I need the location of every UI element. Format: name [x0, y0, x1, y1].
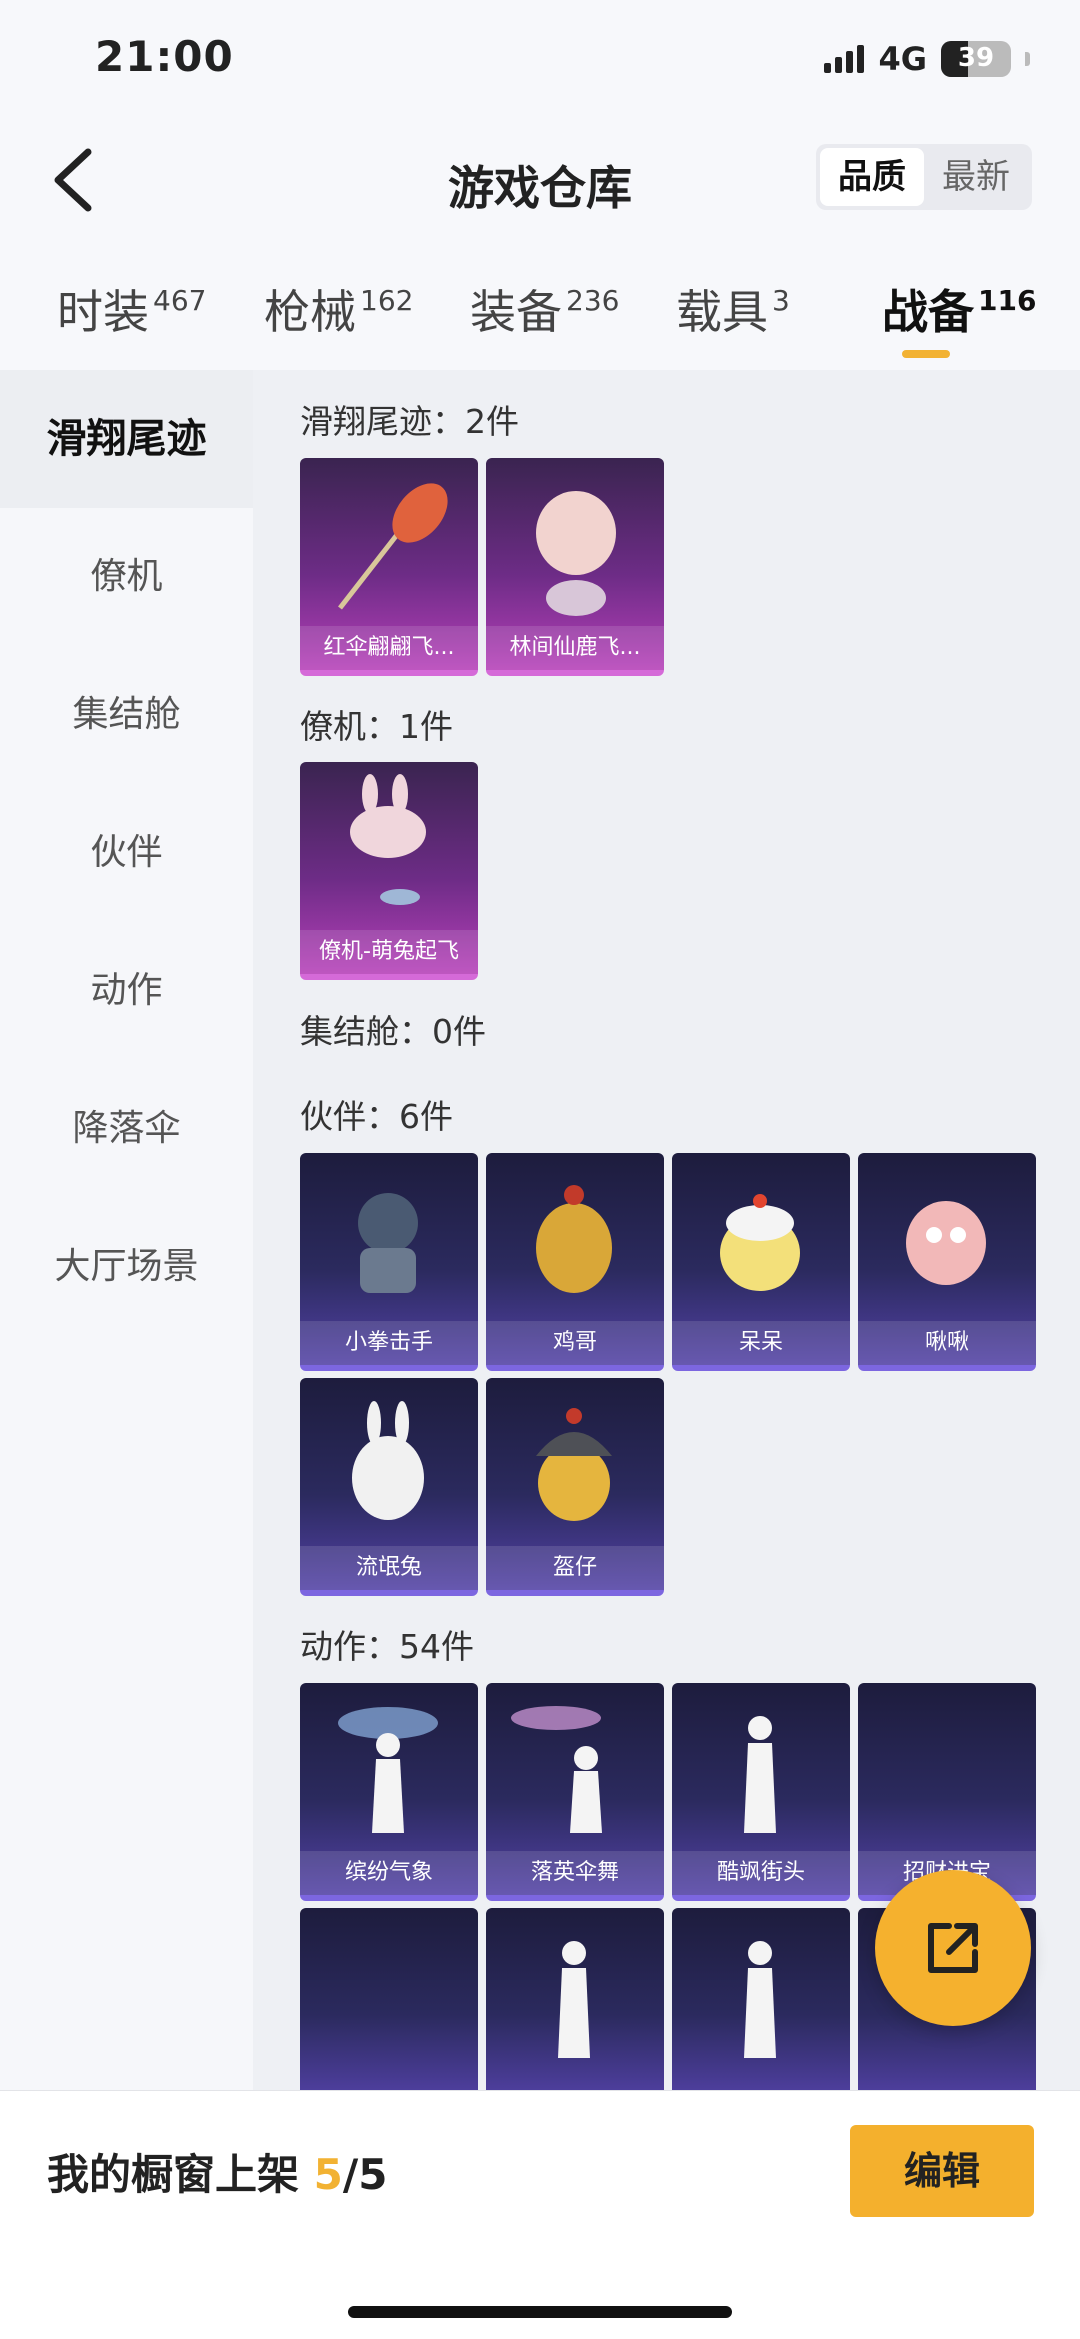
section-title-wingman: 僚机：1件 [300, 707, 453, 746]
item-label: 啾啾 [858, 1321, 1036, 1365]
sidebar-item-lobby-scene[interactable]: 大厅场景 [0, 1198, 253, 1336]
sidebar-item-glide-trail[interactable]: 滑翔尾迹 [0, 370, 253, 508]
section-title-pod: 集结舱：0件 [300, 1012, 486, 1051]
item-card[interactable]: 小拳击手 [300, 1153, 478, 1371]
sort-quality-button[interactable]: 品质 [820, 148, 924, 206]
item-card[interactable] [486, 1908, 664, 2090]
street-dancer-icon [744, 1716, 776, 1833]
battery-icon: 39 [941, 41, 1011, 77]
sidebar: 滑翔尾迹 僚机 集结舱 伙伴 动作 降落伞 大厅场景 [0, 370, 253, 2090]
signal-icon [824, 45, 865, 73]
tab-guns[interactable]: 枪械 162 [264, 276, 413, 342]
item-label: 红伞翩翩飞... [300, 626, 478, 670]
section-title-partner: 伙伴：6件 [300, 1097, 453, 1136]
chicken-icon [536, 1185, 612, 1293]
dancer-icon [744, 1941, 776, 2058]
battery-level: 39 [957, 43, 995, 73]
rabbit-plane-icon [350, 774, 426, 905]
section-title-emote: 动作：54件 [300, 1627, 474, 1666]
item-label: 盔仔 [486, 1546, 664, 1590]
sort-toggle: 品质 最新 [816, 144, 1032, 210]
item-label: 流氓兔 [300, 1546, 478, 1590]
item-label: 酷飒街头 [672, 1851, 850, 1895]
rogue-rabbit-icon [352, 1401, 424, 1520]
item-card[interactable]: 呆呆 [672, 1153, 850, 1371]
item-card[interactable]: 林间仙鹿飞... [486, 458, 664, 676]
item-label: 鸡哥 [486, 1321, 664, 1365]
sort-latest-button[interactable]: 最新 [924, 148, 1028, 206]
item-label: 落英伞舞 [486, 1851, 664, 1895]
helmet-chick-icon [536, 1408, 612, 1521]
dancer-icon [338, 1707, 438, 1833]
item-card[interactable] [672, 1908, 850, 2090]
bird-icon [906, 1201, 986, 1285]
item-card[interactable]: 盔仔 [486, 1378, 664, 1596]
tab-equipment[interactable]: 装备 236 [470, 276, 619, 342]
umbrella-dancer-icon [511, 1706, 602, 1833]
item-card[interactable]: 鸡哥 [486, 1153, 664, 1371]
item-label: 僚机-萌兔起飞 [300, 930, 478, 974]
sidebar-item-pod[interactable]: 集结舱 [0, 646, 253, 784]
bottom-bar: 我的橱窗上架 5/5 编辑 [0, 2090, 1080, 2339]
battery-tip [1025, 52, 1030, 66]
network-type: 4G [878, 40, 927, 78]
item-card[interactable] [300, 1908, 478, 2090]
item-label: 缤纷气象 [300, 1851, 478, 1895]
item-label: 小拳击手 [300, 1321, 478, 1365]
sidebar-item-emote[interactable]: 动作 [0, 922, 253, 1060]
active-tab-indicator [902, 350, 950, 358]
tab-fashion[interactable]: 时装 467 [57, 276, 206, 342]
item-card[interactable]: 落英伞舞 [486, 1683, 664, 1901]
status-bar: 21:00 4G 39 [0, 0, 1080, 120]
sidebar-item-parachute[interactable]: 降落伞 [0, 1060, 253, 1198]
section-title-glide: 滑翔尾迹：2件 [300, 402, 519, 441]
item-label: 呆呆 [672, 1321, 850, 1365]
showcase-status: 我的橱窗上架 5/5 [47, 2150, 388, 2199]
sidebar-item-partner[interactable]: 伙伴 [0, 784, 253, 922]
status-time: 21:00 [95, 32, 234, 81]
boxer-icon [358, 1193, 418, 1293]
showcase-current: 5 [313, 2150, 343, 2199]
item-card[interactable]: 流氓兔 [300, 1378, 478, 1596]
chick-icon [720, 1194, 800, 1291]
item-card[interactable]: 招财进宝 [858, 1683, 1036, 1901]
edit-button[interactable]: 编辑 [850, 2125, 1034, 2217]
external-link-icon [928, 1923, 978, 1973]
category-tabs: 时装 467 枪械 162 装备 236 载具 3 战备 116 [0, 240, 1080, 370]
dancer-icon [558, 1941, 590, 2058]
item-card[interactable]: 红伞翩翩飞... [300, 458, 478, 676]
item-grid: 滑翔尾迹：2件 红伞翩翩飞... 林间仙鹿飞... 僚机：1件 僚机-萌兔起飞 … [253, 370, 1080, 2090]
item-card[interactable]: 缤纷气象 [300, 1683, 478, 1901]
item-label: 林间仙鹿飞... [486, 626, 664, 670]
status-icons: 4G 39 [824, 40, 1030, 78]
tab-vehicles[interactable]: 载具 3 [676, 276, 790, 342]
item-card[interactable]: 僚机-萌兔起飞 [300, 762, 478, 980]
umbrella-item-icon [338, 483, 448, 610]
share-button[interactable] [875, 1870, 1031, 2026]
page-header: 游戏仓库 品质 最新 [0, 120, 1080, 240]
tab-readiness[interactable]: 战备 116 [882, 276, 1036, 342]
sidebar-item-wingman[interactable]: 僚机 [0, 508, 253, 646]
item-card[interactable]: 啾啾 [858, 1153, 1036, 1371]
home-indicator [348, 2306, 732, 2318]
item-card[interactable]: 酷飒街头 [672, 1683, 850, 1901]
deer-item-icon [536, 491, 616, 616]
showcase-total: /5 [342, 2150, 388, 2199]
